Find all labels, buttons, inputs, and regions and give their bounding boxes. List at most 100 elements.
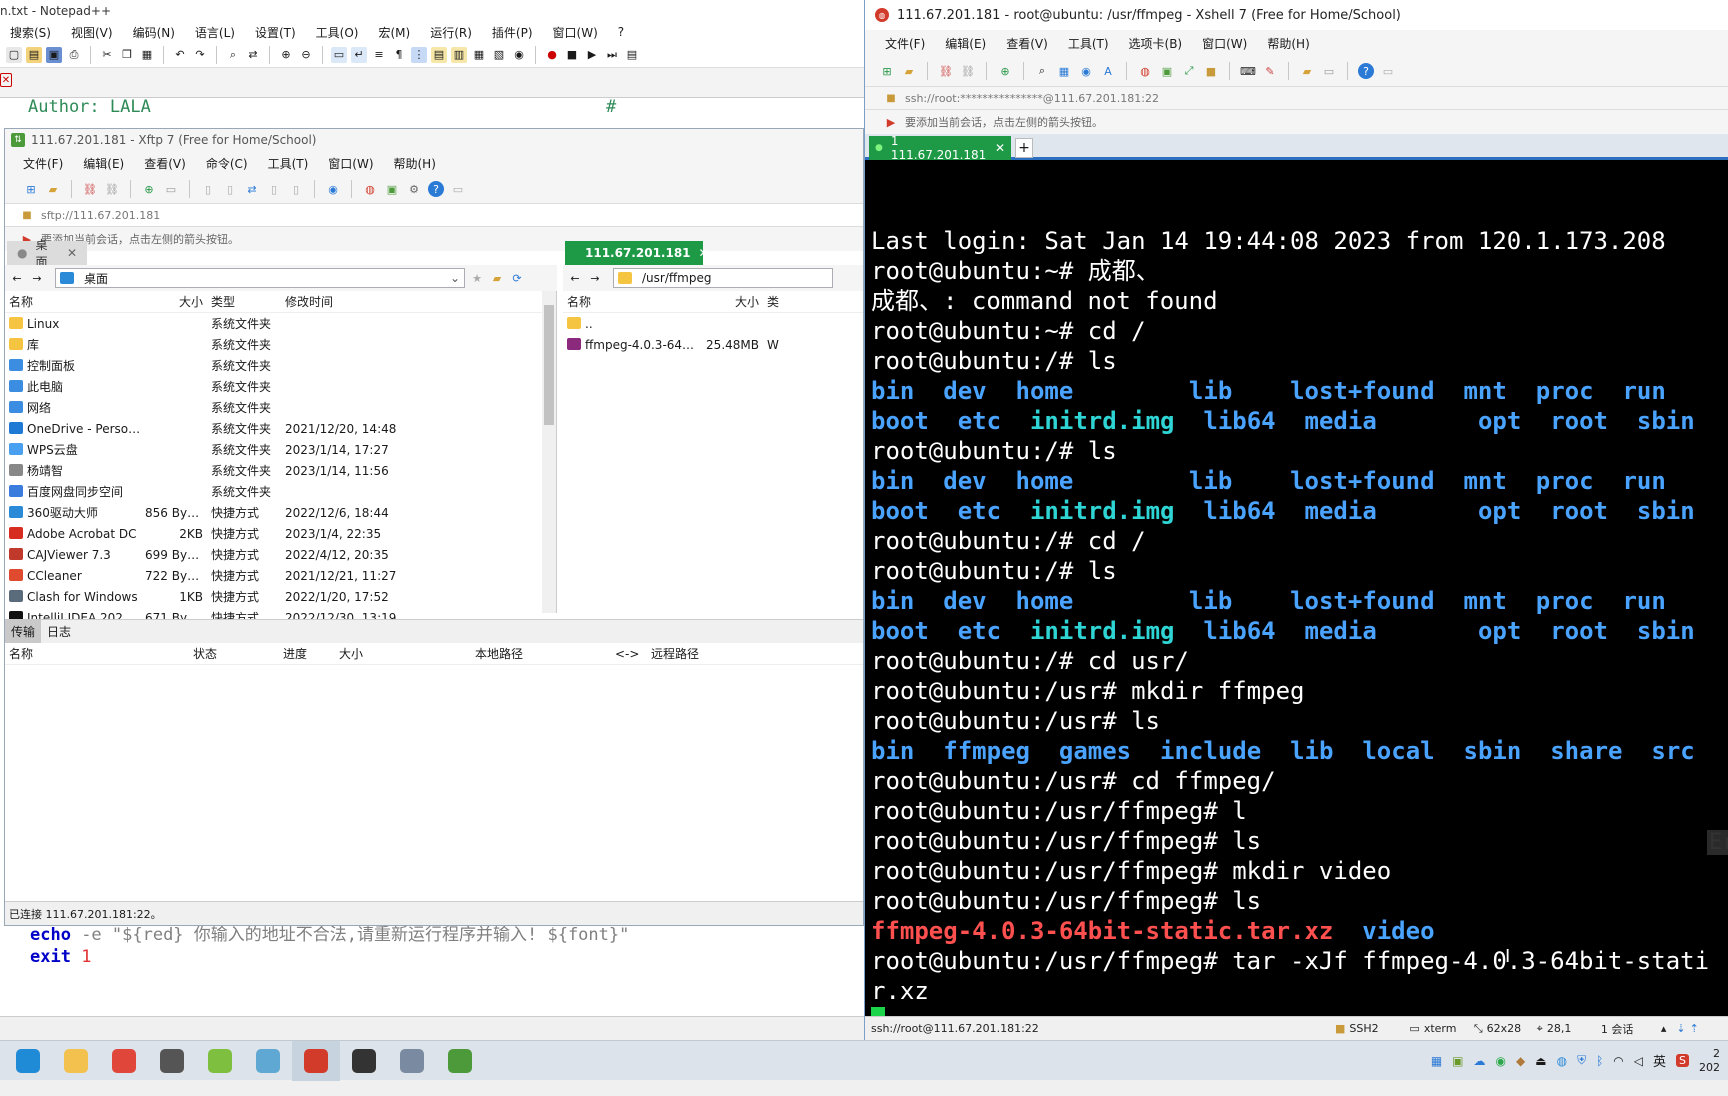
tcol-remote[interactable]: 远程路径	[647, 645, 767, 662]
xftp-menu-window[interactable]: 窗口(W)	[318, 155, 383, 172]
remote-path-input[interactable]: /usr/ffmpeg	[613, 268, 833, 288]
tray-shield-icon[interactable]: ⛨	[1577, 1053, 1586, 1068]
terminal-output[interactable]: Last login: Sat Jan 14 19:44:08 2023 fro…	[871, 196, 1728, 1096]
disconnect-icon[interactable]: ⛓	[104, 181, 120, 197]
taskbar-app-notepad-plus[interactable]	[196, 1041, 244, 1081]
plugin-icon[interactable]: ▰	[1299, 63, 1315, 79]
font-icon[interactable]: A	[1100, 63, 1116, 79]
xshell-address-bar[interactable]: ■ ssh://root:***************@111.67.201.…	[865, 86, 1728, 110]
func-list-icon[interactable]: ▦	[471, 47, 487, 63]
new-session-icon[interactable]: ⊞	[23, 181, 39, 197]
chevron-down-icon[interactable]: ⌄	[450, 271, 460, 285]
local-tab[interactable]: ● 桌面 ✕	[7, 238, 87, 269]
xshell-menu-file[interactable]: 文件(F)	[875, 35, 935, 52]
tray-cat-icon[interactable]: ◆	[1516, 1054, 1525, 1068]
replace-icon[interactable]: ⇄	[245, 47, 261, 63]
xftp-menu-edit[interactable]: 编辑(E)	[73, 155, 134, 172]
chat-icon[interactable]: ▭	[450, 181, 466, 197]
file-row[interactable]: OneDrive - Personal 系统文件夹 2021/12/20, 14:4…	[5, 418, 556, 439]
menu-settings[interactable]: 设置(T)	[245, 24, 306, 41]
record-icon[interactable]: ●	[544, 47, 560, 63]
file-row[interactable]: Adobe Acrobat DC 2KB 快捷方式 2023/1/4, 22:35	[5, 523, 556, 544]
forward-icon[interactable]: →	[587, 270, 603, 286]
menu-help[interactable]: ?	[608, 25, 634, 39]
tray-ime-icon[interactable]: S	[1676, 1054, 1689, 1067]
tcol-name[interactable]: 名称	[5, 645, 189, 662]
xftp-menu-help[interactable]: 帮助(H)	[384, 155, 446, 172]
taskbar-app-xftp-2[interactable]	[388, 1041, 436, 1081]
new-file-icon[interactable]: ▢	[6, 46, 22, 63]
xftp-menu-tools[interactable]: 工具(T)	[258, 155, 319, 172]
layout-icon[interactable]: ▦	[1056, 63, 1072, 79]
file-row[interactable]: 库 系统文件夹	[5, 334, 556, 355]
session-tab[interactable]: ● 1 111.67.201.181 ✕	[869, 134, 1011, 162]
paste-icon[interactable]: ▦	[139, 47, 155, 63]
tray-volume-icon[interactable]: ◁	[1634, 1054, 1643, 1068]
refresh-icon[interactable]: ⟳	[509, 270, 525, 286]
scroll-up-icon[interactable]: ⇡	[1690, 1022, 1699, 1035]
paste-file-icon[interactable]: ▯	[222, 181, 238, 197]
remote-tab[interactable]: 111.67.201.181 ✕	[565, 241, 709, 265]
forward-icon[interactable]: →	[29, 270, 45, 286]
xftp-menu-file[interactable]: 文件(F)	[13, 155, 73, 172]
xshell-menu-view[interactable]: 查看(V)	[996, 35, 1058, 52]
lang-icon[interactable]: ▤	[431, 46, 447, 63]
new-tab-icon[interactable]: ⊕	[997, 63, 1013, 79]
col-type[interactable]: 类	[763, 293, 783, 310]
file-row[interactable]: 360驱动大师 856 Bytes 快捷方式 2022/12/6, 18:44	[5, 502, 556, 523]
xshell-menu-tools[interactable]: 工具(T)	[1058, 35, 1119, 52]
taskbar-app-chrome[interactable]	[100, 1041, 148, 1081]
scroll-down-icon[interactable]: ⇣	[1676, 1022, 1685, 1035]
transfer-icon[interactable]: ⇄	[244, 181, 260, 197]
folder-ws-icon[interactable]: ▧	[491, 47, 507, 63]
taskbar-app-clock-app[interactable]	[148, 1041, 196, 1081]
xftp-link-icon[interactable]: ▣	[384, 181, 400, 197]
taskbar-app-edge[interactable]	[4, 1041, 52, 1081]
close-icon[interactable]: ✕	[699, 246, 709, 260]
file-row[interactable]: WPS云盘 系统文件夹 2023/1/14, 17:27	[5, 439, 556, 460]
col-name[interactable]: 名称	[563, 293, 697, 310]
copy-icon[interactable]: ❐	[119, 47, 135, 63]
back-icon[interactable]: ←	[567, 270, 583, 286]
add-tab-button[interactable]: +	[1015, 138, 1033, 158]
menu-tools[interactable]: 工具(O)	[306, 24, 369, 41]
help-icon[interactable]: ?	[1358, 63, 1374, 79]
tcol-size[interactable]: 大小	[335, 645, 471, 662]
file-row[interactable]: CAJViewer 7.3 699 Bytes 快捷方式 2022/4/12, 20:…	[5, 544, 556, 565]
undo-icon[interactable]: ↶	[172, 47, 188, 63]
scroll-thumb[interactable]	[544, 305, 554, 425]
tcol-local[interactable]: 本地路径	[471, 645, 611, 662]
guide-icon[interactable]: ⋮	[411, 46, 427, 63]
bookmark-icon[interactable]: ▶	[883, 114, 899, 130]
file-row[interactable]: Clash for Windows 1KB 快捷方式 2022/1/20, 17:52	[5, 586, 556, 607]
file-row[interactable]: ffmpeg-4.0.3-64bit-... 25.48MB W	[563, 334, 863, 355]
fullscreen-icon[interactable]: ⤢	[1181, 63, 1197, 79]
local-path-input[interactable]: 桌面 ⌄	[55, 268, 465, 288]
save-icon[interactable]: ▣	[46, 46, 62, 63]
find-icon[interactable]: ⌕	[225, 47, 241, 63]
menu-window[interactable]: 窗口(W)	[543, 24, 608, 41]
copy-file-icon[interactable]: ▯	[200, 181, 216, 197]
local-scrollbar[interactable]	[542, 291, 556, 613]
keyboard-icon[interactable]: ⌨	[1240, 63, 1256, 79]
zoom-in-icon[interactable]: ⊕	[278, 47, 294, 63]
save-macro-icon[interactable]: ▤	[624, 47, 640, 63]
open-folder-icon[interactable]: ▰	[901, 63, 917, 79]
col-type[interactable]: 类型	[207, 293, 281, 310]
tray-usb-icon[interactable]: ⏏	[1535, 1054, 1546, 1068]
file-row[interactable]: CCleaner 722 Bytes 快捷方式 2021/12/21, 11:27	[5, 565, 556, 586]
script-icon[interactable]: ✎	[1262, 63, 1278, 79]
play-multi-icon[interactable]: ⏭	[604, 47, 620, 63]
xftp-menu-command[interactable]: 命令(C)	[196, 155, 258, 172]
tray-360-icon[interactable]: ◍	[1557, 1054, 1567, 1068]
taskbar-app-qq[interactable]	[340, 1041, 388, 1081]
tcol-status[interactable]: 状态	[189, 645, 279, 662]
indent-icon[interactable]: ≡	[371, 47, 387, 63]
sync-icon[interactable]: ▭	[331, 46, 347, 63]
menu-run[interactable]: 运行(R)	[420, 24, 482, 41]
tcol-direction[interactable]: <->	[611, 647, 647, 661]
file-row[interactable]: 百度网盘同步空间 系统文件夹	[5, 481, 556, 502]
wrap-icon[interactable]: ↵	[351, 46, 367, 63]
xshell-link-icon[interactable]: ◍	[362, 181, 378, 197]
tray-wechat-icon[interactable]: ◉	[1496, 1054, 1506, 1068]
